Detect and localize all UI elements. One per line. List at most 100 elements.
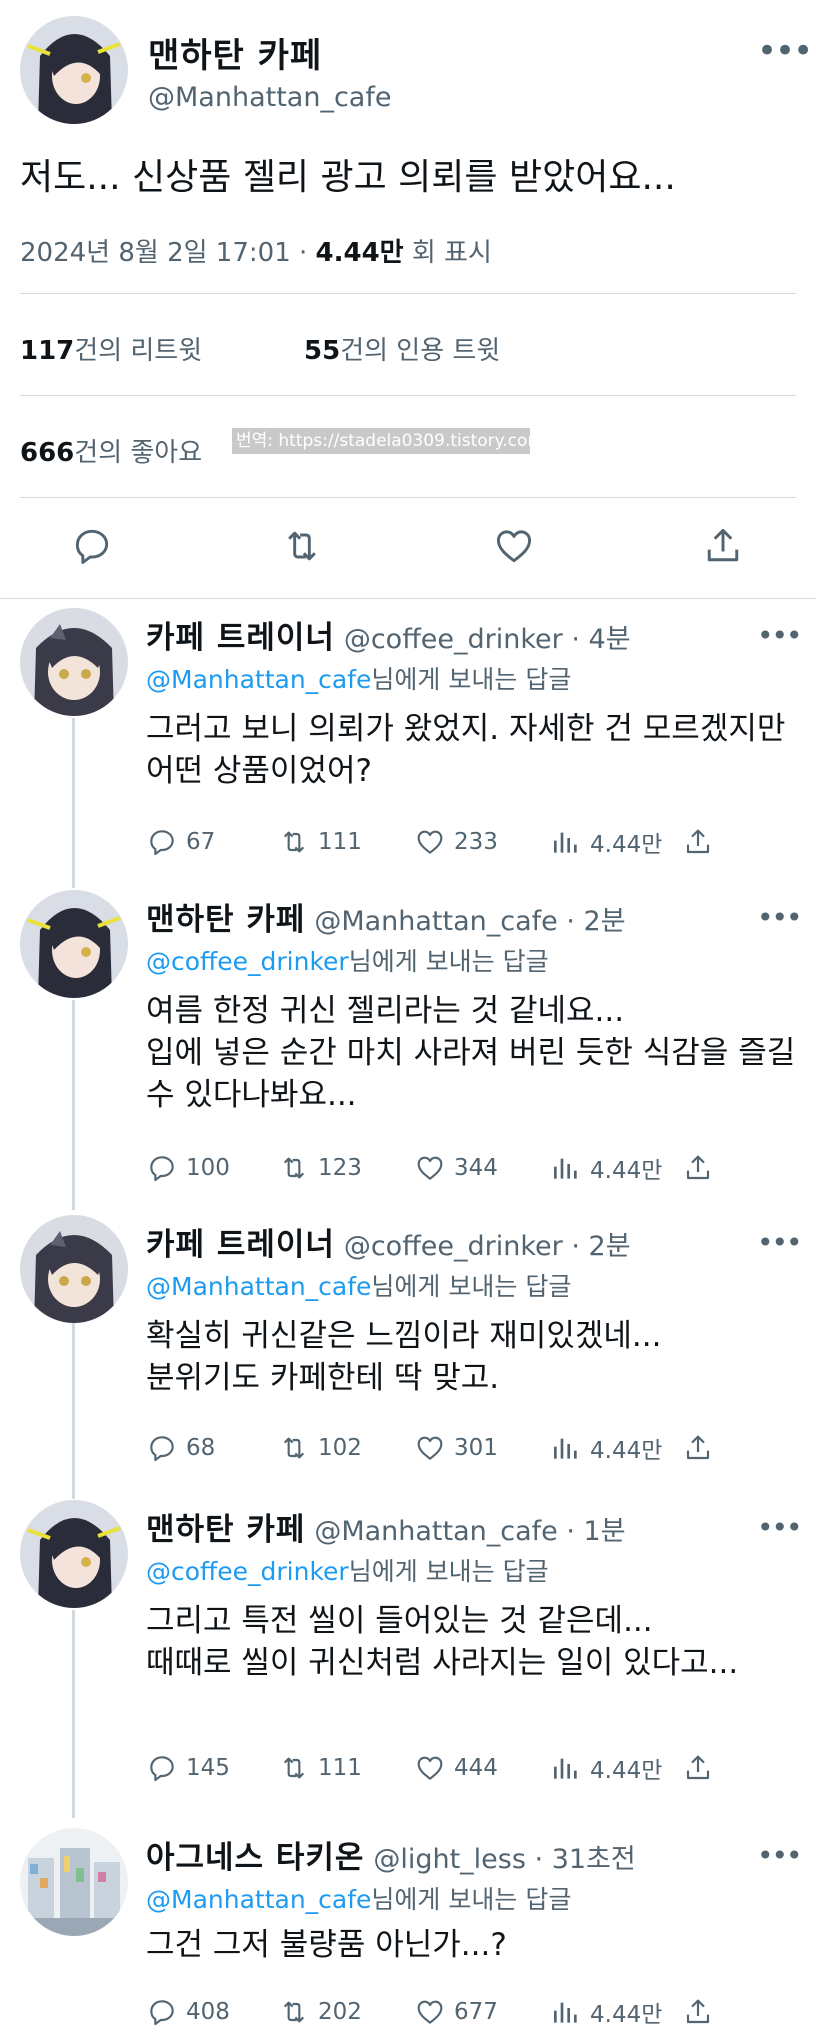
avatar[interactable]	[20, 1500, 128, 1608]
avatar[interactable]	[20, 608, 128, 716]
reply-button[interactable]: 408	[146, 1994, 230, 2030]
reply-tweet[interactable]: 맨하탄 카페 @Manhattan_cafe · 2분 ••• @coffee_…	[0, 890, 816, 1200]
reply-button[interactable]: 67	[146, 824, 215, 860]
share-button[interactable]	[682, 1430, 722, 1466]
reply-time[interactable]: 31초전	[552, 1844, 636, 1875]
retweet-button[interactable]: 111	[278, 1750, 362, 1786]
reply-author-handle[interactable]: @light_less	[373, 1844, 526, 1875]
like-button[interactable]: 301	[414, 1430, 498, 1466]
more-options-icon[interactable]: •••	[757, 622, 803, 650]
more-options-icon[interactable]: •••	[757, 1842, 803, 1870]
reply-time[interactable]: 1분	[584, 1516, 626, 1547]
views-button[interactable]: 4.44만	[550, 1430, 662, 1466]
like-button[interactable]: 344	[414, 1150, 498, 1186]
share-button[interactable]	[682, 1150, 722, 1186]
reply-button[interactable]: 145	[146, 1750, 230, 1786]
reply-to-suffix: 님에게 보내는 답글	[371, 1272, 572, 1301]
share-button[interactable]	[682, 824, 722, 860]
reply-tweet[interactable]: 카페 트레이너 @coffee_drinker · 2분 ••• @Manhat…	[0, 1215, 816, 1475]
reply-action-bar: 408 202 677 4.44만	[146, 1994, 806, 2030]
like-button[interactable]: 444	[414, 1750, 498, 1786]
reply-tweet[interactable]: 아그네스 타키온 @light_less · 31초전 ••• @Manhatt…	[0, 1828, 816, 2033]
coffee-trainer-avatar-icon	[20, 608, 128, 716]
like-button[interactable]: 677	[414, 1994, 498, 2030]
views-button[interactable]: 4.44만	[550, 824, 662, 860]
reply-author-name[interactable]: 맨하탄 카페	[146, 902, 305, 938]
retweet-count: 102	[318, 1435, 362, 1461]
reply-text: 그러고 보니 의뢰가 왔었지. 자세한 건 모르겠지만 어떤 상품이었어?	[146, 711, 786, 789]
share-button[interactable]	[682, 1750, 722, 1786]
reply-count: 408	[186, 1999, 230, 2025]
quotes-count: 55	[304, 336, 341, 366]
reply-to-mention[interactable]: @coffee_drinker	[146, 1557, 349, 1586]
more-options-icon[interactable]: •••	[757, 34, 813, 68]
main-avatar[interactable]	[20, 16, 128, 124]
reply-action-bar: 145 111 444 4.44만	[146, 1750, 806, 1786]
retweet-button[interactable]: 111	[278, 824, 362, 860]
more-options-icon[interactable]: •••	[757, 1514, 803, 1542]
reply-author-name[interactable]: 아그네스 타키온	[146, 1840, 364, 1876]
reply-author-handle[interactable]: @coffee_drinker	[344, 624, 563, 655]
retweet-button[interactable]: 102	[278, 1430, 362, 1466]
reply-to-mention[interactable]: @Manhattan_cafe	[146, 1885, 371, 1914]
views-button[interactable]: 4.44만	[550, 1994, 662, 2030]
separator-dot: ·	[525, 1844, 552, 1875]
reply-time[interactable]: 2분	[584, 906, 626, 937]
reply-count: 67	[186, 829, 216, 855]
views-count: 4.44만	[590, 1438, 663, 1464]
quotes-stat[interactable]: 55건의 인용 트윗	[304, 330, 500, 367]
reply-count: 68	[186, 1435, 216, 1461]
views-button[interactable]: 4.44만	[550, 1750, 662, 1786]
reply-time[interactable]: 4분	[589, 624, 631, 655]
reply-text: 확실히 귀신같은 느낌이라 재미있겠네... 분위기도 카페한테 딱 맞고.	[146, 1318, 662, 1396]
likes-stat[interactable]: 666건의 좋아요	[20, 432, 202, 469]
views-button[interactable]: 4.44만	[550, 1150, 662, 1186]
reply-button[interactable]: 68	[146, 1430, 215, 1466]
like-icon[interactable]	[492, 524, 536, 568]
retweets-stat[interactable]: 117건의 리트윗	[20, 330, 202, 367]
avatar[interactable]	[20, 890, 128, 998]
reply-count: 100	[186, 1155, 230, 1181]
reply-tweet[interactable]: 맨하탄 카페 @Manhattan_cafe · 1분 ••• @coffee_…	[0, 1500, 816, 1810]
reply-to-mention[interactable]: @Manhattan_cafe	[146, 665, 371, 694]
reply-icon[interactable]	[70, 524, 114, 568]
like-icon	[417, 1156, 443, 1180]
views-chart-icon	[554, 1158, 577, 1179]
reply-to-suffix: 님에게 보내는 답글	[371, 665, 572, 694]
separator-dot: ·	[557, 1516, 584, 1547]
reply-to-mention[interactable]: @coffee_drinker	[146, 947, 349, 976]
share-icon[interactable]	[701, 524, 745, 568]
reply-to-line: @coffee_drinker님에게 보내는 답글	[146, 1552, 549, 1588]
like-icon	[417, 830, 443, 854]
avatar[interactable]	[20, 1215, 128, 1323]
retweet-button[interactable]: 123	[278, 1150, 362, 1186]
views-chart-icon	[554, 832, 577, 853]
reply-author-handle[interactable]: @Manhattan_cafe	[314, 1516, 557, 1547]
share-icon	[686, 1755, 710, 1780]
retweet-button[interactable]: 202	[278, 1994, 362, 2030]
tweet-date[interactable]: 2024년 8월 2일 17:01 ·	[20, 238, 316, 268]
reply-author-name[interactable]: 카페 트레이너	[146, 620, 335, 656]
more-options-icon[interactable]: •••	[757, 1229, 803, 1257]
share-button[interactable]	[682, 1994, 722, 2030]
reply-author-name[interactable]: 맨하탄 카페	[146, 1512, 305, 1548]
reply-tweet[interactable]: 카페 트레이너 @coffee_drinker · 4분 ••• @Manhat…	[0, 608, 816, 878]
retweets-label: 건의 리트윗	[74, 336, 203, 366]
avatar[interactable]	[20, 1828, 128, 1936]
retweet-icon[interactable]	[280, 524, 324, 568]
reply-time[interactable]: 2분	[589, 1231, 631, 1262]
author-name[interactable]: 맨하탄 카페	[148, 28, 322, 77]
reply-to-mention[interactable]: @Manhattan_cafe	[146, 1272, 371, 1301]
reply-button[interactable]: 100	[146, 1150, 230, 1186]
section-divider	[0, 598, 816, 599]
reply-author-handle[interactable]: @Manhattan_cafe	[314, 906, 557, 937]
author-handle[interactable]: @Manhattan_cafe	[148, 82, 391, 113]
share-icon	[686, 1155, 710, 1180]
like-icon	[417, 1436, 443, 1460]
quotes-label: 건의 인용 트윗	[340, 336, 501, 366]
more-options-icon[interactable]: •••	[757, 904, 803, 932]
reply-author-handle[interactable]: @coffee_drinker	[344, 1231, 563, 1262]
like-button[interactable]: 233	[414, 824, 498, 860]
likes-count: 666	[20, 438, 75, 468]
reply-author-name[interactable]: 카페 트레이너	[146, 1227, 335, 1263]
